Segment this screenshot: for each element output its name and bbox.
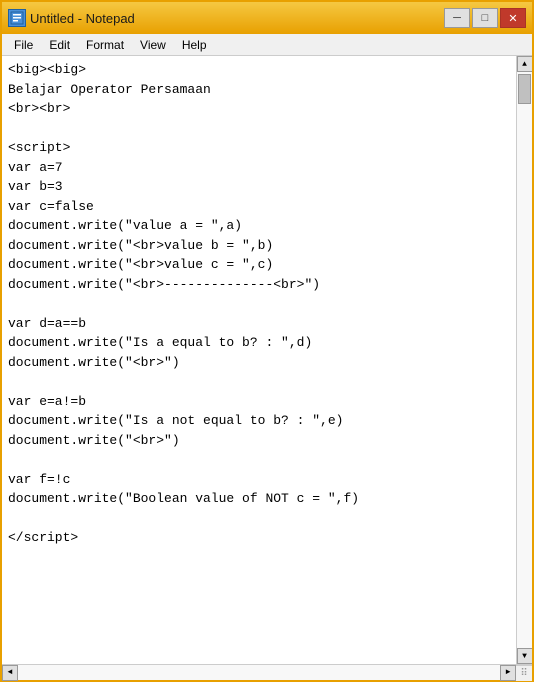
resize-handle[interactable]: ⠿ [516,665,532,681]
app-icon [8,9,26,27]
close-button[interactable]: ✕ [500,8,526,28]
window-title: Untitled - Notepad [30,11,135,26]
scroll-left-button[interactable]: ◄ [2,665,18,681]
menu-view[interactable]: View [132,35,174,55]
text-editor[interactable]: <big><big> Belajar Operator Persamaan <b… [2,56,516,664]
scroll-right-button[interactable]: ► [500,665,516,681]
horizontal-scrollbar: ◄ ► [2,665,516,680]
scroll-down-button[interactable]: ▼ [517,648,533,664]
vertical-scrollbar: ▲ ▼ [516,56,532,664]
notepad-window: Untitled - Notepad ─ □ ✕ File Edit Forma… [0,0,534,682]
scroll-thumb-vertical[interactable] [518,74,531,104]
scroll-track-horizontal[interactable] [18,665,500,680]
menu-file[interactable]: File [6,35,41,55]
menu-edit[interactable]: Edit [41,35,78,55]
menu-format[interactable]: Format [78,35,132,55]
scroll-up-button[interactable]: ▲ [517,56,533,72]
menu-bar: File Edit Format View Help [2,34,532,56]
minimize-button[interactable]: ─ [444,8,470,28]
scroll-track-vertical[interactable] [517,72,532,648]
menu-help[interactable]: Help [174,35,215,55]
title-bar-left: Untitled - Notepad [8,9,135,27]
editor-container: <big><big> Belajar Operator Persamaan <b… [2,56,532,664]
horizontal-scrollbar-container: ◄ ► ⠿ [2,664,532,680]
title-bar: Untitled - Notepad ─ □ ✕ [2,2,532,34]
restore-button[interactable]: □ [472,8,498,28]
window-controls: ─ □ ✕ [444,8,526,28]
